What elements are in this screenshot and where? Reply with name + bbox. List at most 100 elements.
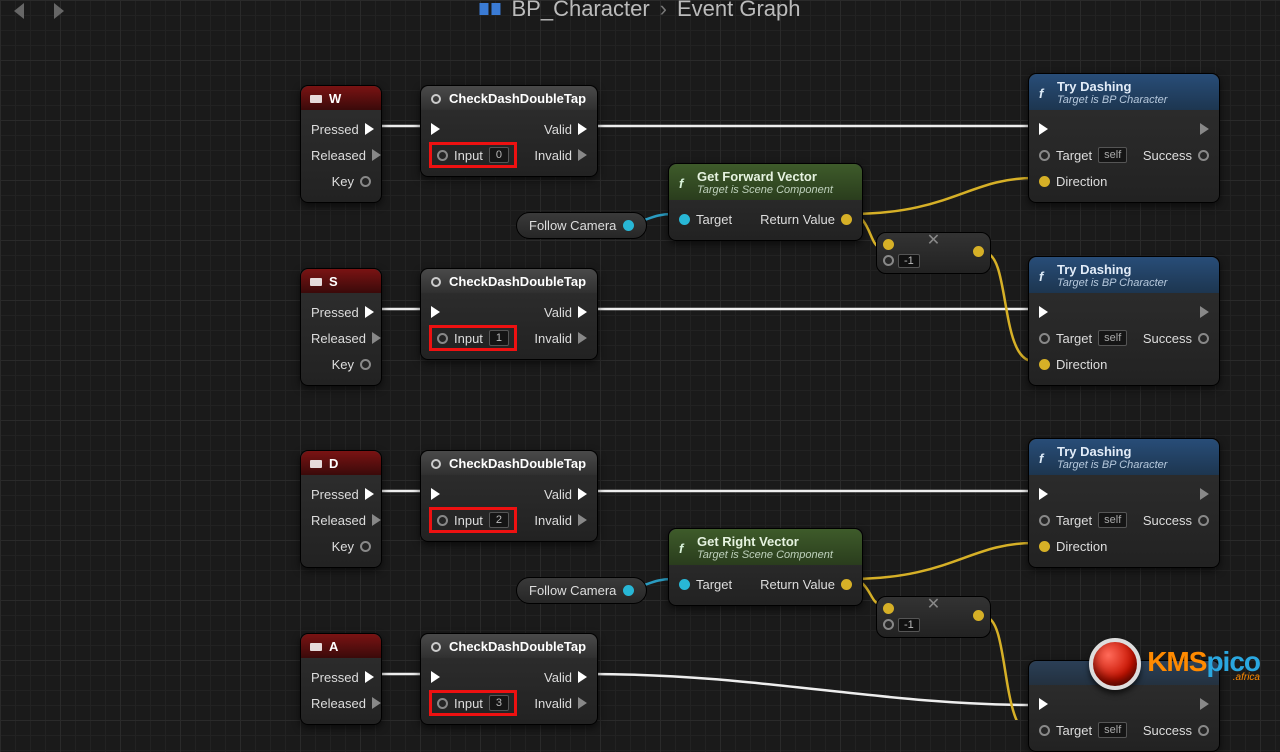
pin-return-label: Return Value bbox=[760, 212, 835, 227]
nav-back-button[interactable] bbox=[10, 0, 36, 23]
function-icon: f bbox=[1037, 86, 1051, 100]
data-out-pin[interactable] bbox=[623, 220, 634, 231]
input-index-value[interactable]: 0 bbox=[489, 147, 509, 163]
graph-canvas[interactable]: W Pressed Released Key CheckDashDoubleTa… bbox=[0, 35, 1280, 720]
exec-out-pin[interactable] bbox=[365, 671, 374, 683]
exec-out-pin[interactable] bbox=[578, 514, 587, 526]
data-in-pin[interactable] bbox=[1039, 541, 1050, 552]
exec-out-pin[interactable] bbox=[1200, 488, 1209, 500]
data-out-pin[interactable] bbox=[973, 246, 984, 257]
data-out-pin[interactable] bbox=[623, 585, 634, 596]
exec-in-pin[interactable] bbox=[1039, 306, 1048, 318]
self-value[interactable]: self bbox=[1098, 512, 1127, 528]
multiply-node[interactable]: ✕ -1 bbox=[876, 596, 991, 638]
checkdash-node[interactable]: CheckDashDoubleTap Valid Input2Invalid bbox=[420, 450, 598, 542]
pin-released-label: Released bbox=[311, 513, 366, 528]
exec-out-pin[interactable] bbox=[1200, 698, 1209, 710]
try-dashing-node[interactable]: f Try Dashing Target is BP Character Tar… bbox=[1028, 438, 1220, 568]
data-in-pin[interactable] bbox=[1039, 515, 1050, 526]
data-in-pin[interactable] bbox=[883, 619, 894, 630]
exec-out-pin[interactable] bbox=[578, 332, 587, 344]
input-event-node-a[interactable]: A Pressed Released bbox=[300, 633, 382, 725]
exec-out-pin[interactable] bbox=[365, 306, 374, 318]
get-right-vector-node[interactable]: f Get Right Vector Target is Scene Compo… bbox=[668, 528, 863, 606]
exec-out-pin[interactable] bbox=[372, 514, 381, 526]
data-in-pin[interactable] bbox=[883, 255, 894, 266]
exec-out-pin[interactable] bbox=[365, 123, 374, 135]
data-out-pin[interactable] bbox=[841, 214, 852, 225]
breadcrumb-graph[interactable]: Event Graph bbox=[677, 0, 801, 22]
data-in-pin[interactable] bbox=[679, 579, 690, 590]
exec-out-pin[interactable] bbox=[578, 306, 587, 318]
variable-node-follow-camera[interactable]: Follow Camera bbox=[516, 212, 647, 239]
data-out-pin[interactable] bbox=[1198, 515, 1209, 526]
node-title: CheckDashDoubleTap bbox=[449, 274, 586, 289]
exec-in-pin[interactable] bbox=[1039, 123, 1048, 135]
exec-out-pin[interactable] bbox=[578, 123, 587, 135]
data-out-pin[interactable] bbox=[1198, 725, 1209, 736]
input-event-node-d[interactable]: D Pressed Released Key bbox=[300, 450, 382, 568]
data-in-pin[interactable] bbox=[883, 239, 894, 250]
data-in-pin[interactable] bbox=[679, 214, 690, 225]
exec-out-pin[interactable] bbox=[578, 671, 587, 683]
node-title: Get Right Vector bbox=[697, 534, 833, 549]
multiply-constant[interactable]: -1 bbox=[898, 618, 920, 632]
data-in-pin[interactable] bbox=[1039, 725, 1050, 736]
input-index-value[interactable]: 3 bbox=[489, 695, 509, 711]
data-in-pin[interactable] bbox=[437, 333, 448, 344]
data-in-pin[interactable] bbox=[437, 515, 448, 526]
exec-out-pin[interactable] bbox=[1200, 123, 1209, 135]
data-in-pin[interactable] bbox=[1039, 359, 1050, 370]
exec-in-pin[interactable] bbox=[431, 123, 440, 135]
data-out-pin[interactable] bbox=[1198, 150, 1209, 161]
data-out-pin[interactable] bbox=[841, 579, 852, 590]
self-value[interactable]: self bbox=[1098, 330, 1127, 346]
nav-forward-button[interactable] bbox=[48, 0, 74, 23]
exec-out-pin[interactable] bbox=[578, 697, 587, 709]
exec-out-pin[interactable] bbox=[1200, 306, 1209, 318]
exec-out-pin[interactable] bbox=[372, 149, 381, 161]
key-icon bbox=[309, 275, 323, 289]
data-in-pin[interactable] bbox=[1039, 150, 1050, 161]
input-pin-group-highlighted: Input0 bbox=[431, 144, 515, 166]
exec-in-pin[interactable] bbox=[1039, 698, 1048, 710]
input-index-value[interactable]: 1 bbox=[489, 330, 509, 346]
exec-out-pin[interactable] bbox=[578, 149, 587, 161]
self-value[interactable]: self bbox=[1098, 722, 1127, 738]
data-out-pin[interactable] bbox=[360, 176, 371, 187]
data-in-pin[interactable] bbox=[883, 603, 894, 614]
exec-in-pin[interactable] bbox=[431, 306, 440, 318]
multiply-node[interactable]: ✕ -1 bbox=[876, 232, 991, 274]
exec-in-pin[interactable] bbox=[1039, 488, 1048, 500]
exec-out-pin[interactable] bbox=[372, 697, 381, 709]
self-value[interactable]: self bbox=[1098, 147, 1127, 163]
exec-in-pin[interactable] bbox=[431, 671, 440, 683]
exec-in-pin[interactable] bbox=[431, 488, 440, 500]
pin-key-label: Key bbox=[332, 174, 354, 189]
data-out-pin[interactable] bbox=[360, 359, 371, 370]
input-event-node-w[interactable]: W Pressed Released Key bbox=[300, 85, 382, 203]
exec-out-pin[interactable] bbox=[365, 488, 374, 500]
data-in-pin[interactable] bbox=[437, 150, 448, 161]
data-out-pin[interactable] bbox=[1198, 333, 1209, 344]
exec-out-pin[interactable] bbox=[372, 332, 381, 344]
try-dashing-node[interactable]: f Try Dashing Target is BP Character Tar… bbox=[1028, 73, 1220, 203]
multiply-constant[interactable]: -1 bbox=[898, 254, 920, 268]
data-in-pin[interactable] bbox=[437, 698, 448, 709]
checkdash-node[interactable]: CheckDashDoubleTap Valid Input3Invalid bbox=[420, 633, 598, 725]
try-dashing-node[interactable]: f Try Dashing Target is BP Character Tar… bbox=[1028, 256, 1220, 386]
data-in-pin[interactable] bbox=[1039, 333, 1050, 344]
input-index-value[interactable]: 2 bbox=[489, 512, 509, 528]
get-forward-vector-node[interactable]: f Get Forward Vector Target is Scene Com… bbox=[668, 163, 863, 241]
function-icon: f bbox=[1037, 451, 1051, 465]
data-out-pin[interactable] bbox=[973, 610, 984, 621]
exec-out-pin[interactable] bbox=[578, 488, 587, 500]
function-icon: f bbox=[1037, 269, 1051, 283]
data-out-pin[interactable] bbox=[360, 541, 371, 552]
checkdash-node[interactable]: CheckDashDoubleTap Valid Input1Invalid bbox=[420, 268, 598, 360]
input-event-node-s[interactable]: S Pressed Released Key bbox=[300, 268, 382, 386]
checkdash-node[interactable]: CheckDashDoubleTap Valid Input0Invalid bbox=[420, 85, 598, 177]
variable-node-follow-camera[interactable]: Follow Camera bbox=[516, 577, 647, 604]
breadcrumb-asset[interactable]: BP_Character bbox=[511, 0, 649, 22]
data-in-pin[interactable] bbox=[1039, 176, 1050, 187]
